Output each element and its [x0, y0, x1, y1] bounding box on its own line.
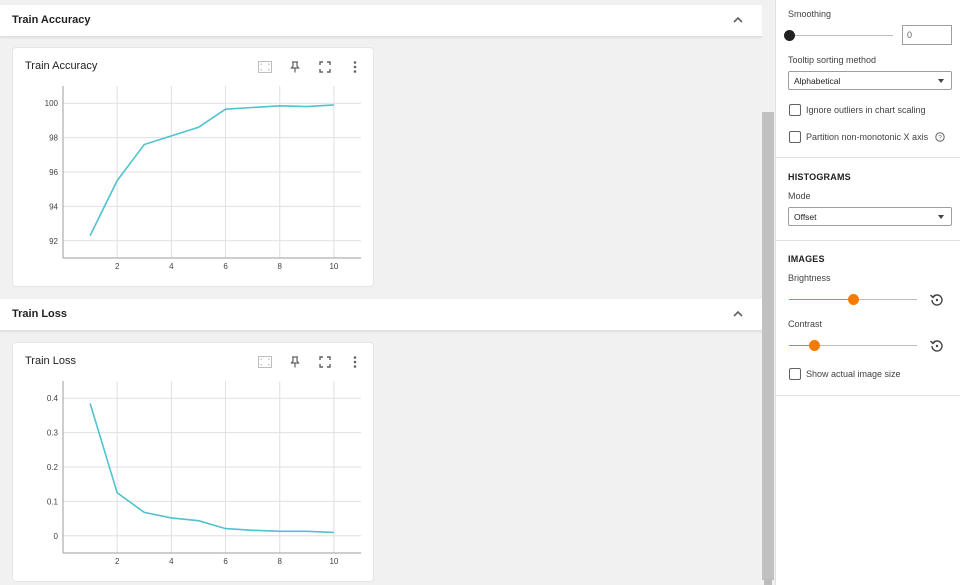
main-panel: Train Accuracy Train Accuracy 2 4 6 8 10 92 94…	[0, 0, 762, 585]
brightness-label: Brightness	[788, 273, 831, 283]
group-header-train-accuracy[interactable]: Train Accuracy	[0, 5, 762, 37]
x-tick-label: 8	[278, 557, 283, 566]
smoothing-track[interactable]	[789, 35, 893, 36]
x-tick-label: 2	[115, 262, 120, 271]
series-line[interactable]	[89, 104, 334, 236]
line-chart: 2 4 6 8 10 0 0.1 0.2 0.3 0.4	[47, 381, 361, 566]
tooltip-sorting-label: Tooltip sorting method	[788, 55, 877, 65]
series-line[interactable]	[89, 403, 334, 534]
scroll-down-arrow[interactable]	[764, 578, 772, 585]
reset-brightness-icon[interactable]	[929, 292, 945, 308]
scrollbar[interactable]	[762, 0, 774, 585]
contrast-slider-knob[interactable]	[809, 340, 821, 351]
x-tick-label: 10	[329, 557, 338, 566]
y-tick-label: 0	[54, 532, 59, 541]
group-title: Train Accuracy	[12, 14, 91, 26]
group-title: Train Loss	[12, 308, 68, 320]
x-tick-label: 4	[169, 262, 174, 271]
x-tick-label: 4	[169, 557, 174, 566]
smoothing-slider-knob[interactable]	[783, 30, 795, 41]
smoothing-input[interactable]: 0	[902, 25, 952, 45]
y-tick-label: 92	[49, 237, 58, 246]
scalars-settings: Smoothing 0 Tooltip sorting method Alpha…	[776, 0, 960, 158]
fit-domain-icon[interactable]	[257, 59, 273, 75]
partition-label: Partition non-monotonic X axis	[806, 132, 929, 142]
card-toolbar	[257, 59, 363, 75]
chart-card-train-accuracy: Train Accuracy 2 4 6 8 10 92 94 96 98 100	[12, 47, 374, 287]
fit-domain-icon[interactable]	[257, 354, 273, 370]
mode-label: Mode	[788, 191, 811, 201]
actual-image-size-label: Show actual image size	[806, 369, 901, 379]
partition-checkbox[interactable]	[789, 131, 801, 143]
tooltip-sorting-value: Alphabetical	[794, 76, 841, 86]
y-tick-label: 0.4	[47, 394, 59, 403]
x-tick-label: 8	[278, 262, 283, 271]
actual-image-size-checkbox[interactable]	[789, 368, 801, 380]
card-toolbar	[257, 354, 363, 370]
chevron-up-icon[interactable]	[732, 308, 744, 320]
dropdown-arrow-icon	[938, 215, 944, 219]
histograms-settings: HISTOGRAMS Mode Offset	[776, 158, 960, 241]
card-title: Train Loss	[25, 355, 76, 367]
x-tick-label: 6	[223, 557, 228, 566]
histogram-mode-value: Offset	[794, 212, 817, 222]
y-tick-label: 100	[45, 99, 59, 108]
settings-sidebar: Smoothing 0 Tooltip sorting method Alpha…	[775, 0, 960, 585]
images-title: IMAGES	[788, 254, 825, 264]
reset-contrast-icon[interactable]	[929, 338, 945, 354]
y-tick-label: 0.1	[47, 497, 59, 506]
contrast-label: Contrast	[788, 319, 823, 329]
y-tick-label: 98	[49, 134, 58, 143]
chevron-up-icon[interactable]	[732, 14, 744, 26]
images-settings: IMAGES Brightness Contrast Show actual i…	[776, 241, 960, 396]
x-tick-label: 10	[329, 262, 338, 271]
pin-icon[interactable]	[287, 59, 303, 75]
fullscreen-icon[interactable]	[317, 59, 333, 75]
help-icon[interactable]: ?	[935, 132, 945, 142]
svg-text:?: ?	[938, 135, 942, 142]
y-tick-label: 94	[49, 202, 58, 211]
brightness-fill	[789, 299, 853, 300]
group-header-train-loss[interactable]: Train Loss	[0, 299, 762, 331]
fullscreen-icon[interactable]	[317, 354, 333, 370]
pin-icon[interactable]	[287, 354, 303, 370]
histograms-title: HISTOGRAMS	[788, 172, 851, 182]
dropdown-arrow-icon	[938, 79, 944, 83]
more-vert-icon[interactable]	[347, 354, 363, 370]
x-tick-label: 6	[223, 262, 228, 271]
y-tick-label: 96	[49, 168, 58, 177]
ignore-outliers-checkbox[interactable]	[789, 104, 801, 116]
x-tick-label: 2	[115, 557, 120, 566]
smoothing-label: Smoothing	[788, 9, 832, 19]
scrollbar-thumb[interactable]	[762, 112, 774, 580]
y-tick-label: 0.2	[47, 463, 59, 472]
y-tick-label: 0.3	[47, 429, 59, 438]
checkmark-icon	[790, 133, 799, 140]
more-vert-icon[interactable]	[347, 59, 363, 75]
ignore-outliers-label: Ignore outliers in chart scaling	[806, 105, 926, 115]
brightness-slider-knob[interactable]	[847, 294, 859, 305]
chart-card-train-loss: Train Loss 2 4 6 8 10 0 0.1 0.2 0.3 0.4	[12, 342, 374, 582]
card-title: Train Accuracy	[25, 60, 98, 72]
line-chart: 2 4 6 8 10 92 94 96 98 100	[45, 86, 361, 271]
histogram-mode-select[interactable]: Offset	[788, 207, 952, 226]
tooltip-sorting-select[interactable]: Alphabetical	[788, 71, 952, 90]
